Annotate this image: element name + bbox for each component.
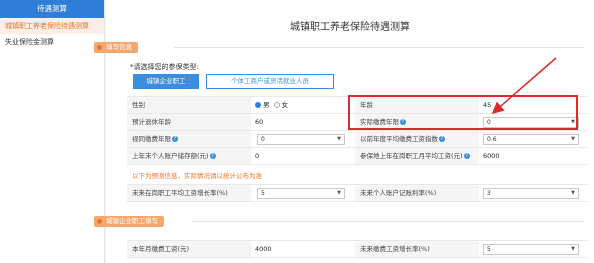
page: 待遇测算 城镇职工养老保险待遇测算 失业保险金测算 城镇职工养老保险待遇测算 填… [0,0,594,263]
annotation-arrow-icon [491,57,557,114]
